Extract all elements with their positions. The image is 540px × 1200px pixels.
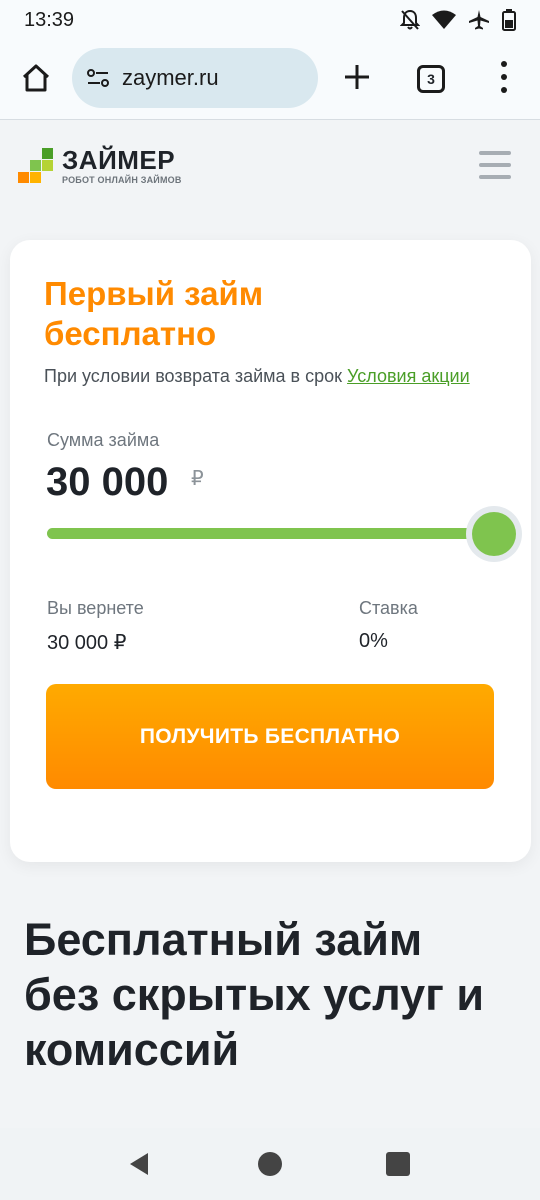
amount-slider-thumb[interactable] (466, 506, 522, 562)
logo-subtitle: РОБОТ ОНЛАЙН ЗАЙМОВ (62, 175, 182, 185)
logo[interactable]: ЗАЙМЕР РОБОТ ОНЛАЙН ЗАЙМОВ (18, 147, 182, 185)
recents-icon[interactable] (386, 1152, 410, 1176)
amount-currency: ₽ (191, 468, 204, 490)
airplane-icon (469, 10, 489, 30)
return-value: 30 000 ₽ (47, 632, 127, 654)
status-time: 13:39 (24, 8, 75, 31)
battery-icon (502, 9, 516, 31)
hamburger-icon[interactable] (479, 151, 511, 179)
new-tab-button[interactable] (340, 60, 374, 94)
home-button[interactable] (18, 60, 54, 96)
promo-condition: При условии возврата займа в срок Услови… (44, 366, 470, 387)
url-text[interactable]: zaymer.ru (122, 65, 219, 91)
promo-condition-text: При условии возврата займа в срок (44, 366, 343, 386)
tab-count: 3 (427, 71, 435, 87)
wifi-icon (432, 10, 456, 29)
promo-title: Первый займ бесплатно (44, 275, 264, 352)
rate-value: 0% (359, 630, 388, 652)
amount-label: Сумма займа (47, 430, 160, 450)
promo-terms-link[interactable]: Условия акции (347, 366, 470, 386)
address-bar[interactable]: zaymer.ru (72, 48, 318, 108)
system-nav-bar (0, 1128, 540, 1200)
home-icon (22, 64, 50, 92)
loan-calculator-card: Первый займ бесплатно При условии возвра… (10, 240, 531, 862)
status-bar: 13:39 (0, 0, 540, 40)
amount-slider-track[interactable] (47, 528, 497, 539)
home-circle-icon[interactable] (258, 1152, 282, 1176)
browser-toolbar: zaymer.ru 3 (0, 40, 540, 120)
logo-title: ЗАЙМЕР (62, 145, 176, 175)
rate-label: Ставка (359, 598, 418, 618)
amount-slider-fill (47, 528, 497, 539)
status-icons (400, 9, 516, 31)
site-header: ЗАЙМЕР РОБОТ ОНЛАЙН ЗАЙМОВ (0, 121, 540, 221)
logo-mark-icon (18, 148, 54, 184)
back-icon[interactable] (128, 1152, 150, 1176)
amount-value: 30 000 (46, 460, 169, 504)
site-settings-icon[interactable] (86, 68, 110, 88)
section-title: Бесплатный займ без скрытых услуг и коми… (24, 914, 485, 1075)
tabs-icon[interactable]: 3 (417, 65, 445, 93)
return-label: Вы вернете (47, 598, 144, 618)
menu-icon[interactable] (494, 58, 514, 96)
new-tab-icon (345, 65, 369, 89)
notifications-off-icon (400, 9, 420, 30)
get-free-loan-button[interactable]: ПОЛУЧИТЬ БЕСПЛАТНО (46, 684, 494, 789)
